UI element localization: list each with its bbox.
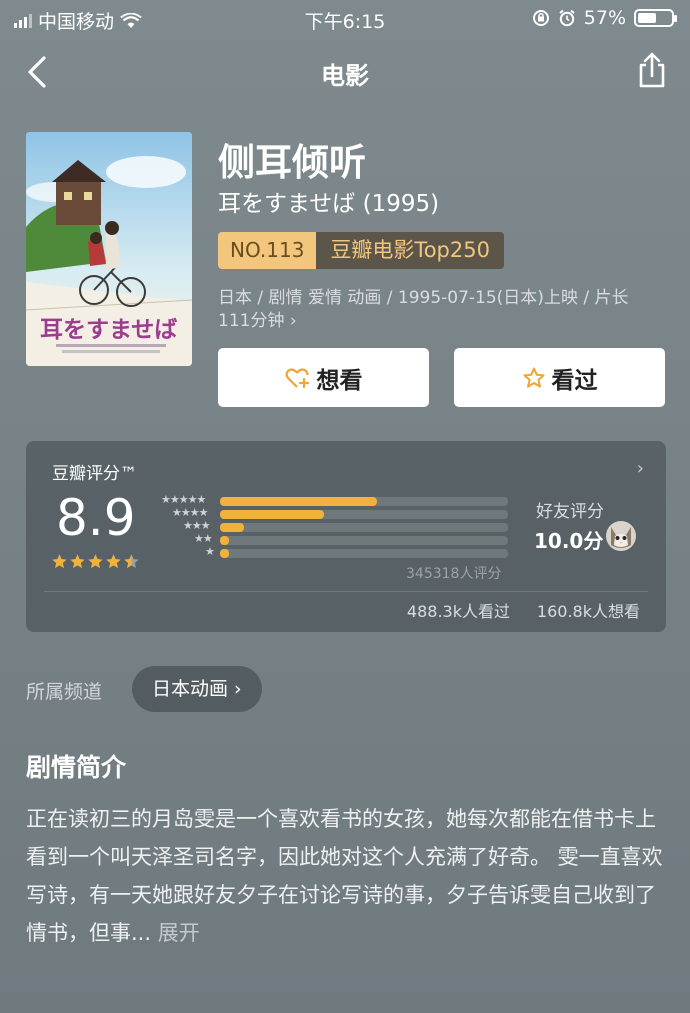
poster-title-text: 耳をすませば <box>40 316 177 342</box>
rating-bar-track <box>220 510 508 519</box>
rating-divider <box>44 591 648 592</box>
rating-bar-track <box>220 536 508 545</box>
movie-original-title: 耳をすませば (1995) <box>218 191 440 217</box>
watched-count[interactable]: 488.3k人看过 <box>407 598 510 622</box>
rating-stars <box>51 553 140 570</box>
top250-badge[interactable]: NO.113 豆瓣电影Top250 <box>218 232 504 269</box>
rank-number: NO.113 <box>218 232 317 269</box>
rating-bar-fill <box>220 536 229 545</box>
friend-avatar[interactable] <box>606 521 636 551</box>
friends-rating-label: 好友评分 <box>536 502 604 522</box>
expand-button[interactable]: 展开 <box>158 921 200 945</box>
synopsis-title: 剧情简介 <box>26 753 127 782</box>
synopsis-body: 正在读初三的月岛雯是一个喜欢看书的女孩，她每次都能在借书卡上看到一个叫天泽圣司名… <box>26 807 663 945</box>
rating-card[interactable]: 豆瓣评分™ › 8.9 ★★★★★ ★★★★ ★★★ ★★ ★ 345318人评分 好友… <box>26 441 666 632</box>
rating-bar-label: ★★★★★ <box>161 493 206 506</box>
rating-star-icon <box>106 554 121 569</box>
channel-chip[interactable]: 日本动画 › <box>132 666 262 712</box>
rotation-lock-icon <box>532 10 549 26</box>
rating-count: 345318人评分 <box>406 566 502 582</box>
alarm-icon <box>559 9 575 27</box>
rating-label: 豆瓣评分™ <box>52 464 137 484</box>
want-label: 想看 <box>316 367 363 394</box>
rating-bar-fill <box>220 510 324 519</box>
star-outline-icon <box>523 367 544 388</box>
rank-list-name: 豆瓣电影Top250 <box>316 232 504 269</box>
rating-bar-label: ★★★ <box>183 519 211 532</box>
rating-star-icon <box>88 554 103 569</box>
rating-bar-track <box>220 523 508 532</box>
heart-plus-icon <box>285 367 309 388</box>
rating-score: 8.9 <box>56 489 136 547</box>
friends-rating-value: 10.0分 <box>534 529 604 553</box>
seen-label: 看过 <box>551 367 598 394</box>
chevron-right-icon: › <box>636 458 644 479</box>
rating-star-icon <box>52 554 67 569</box>
rating-bar-track <box>220 497 508 506</box>
page-title: 电影 <box>321 62 369 90</box>
meta-line-2: 111分钟 › <box>218 311 297 331</box>
status-bar: 中国移动 下午6:15 57% <box>0 0 690 36</box>
channel-label: 所属频道 <box>26 681 103 703</box>
meta-line-1: 日本 / 剧情 爱情 动画 / 1995-07-15(日本)上映 / 片长 <box>218 288 629 308</box>
rating-bar-row: ★★★★★ <box>154 493 514 508</box>
rating-star-icon <box>70 554 85 569</box>
want-to-watch-button[interactable]: 想看 <box>218 348 429 407</box>
battery-percent: 57% <box>583 7 626 29</box>
movie-meta[interactable]: 日本 / 剧情 爱情 动画 / 1995-07-15(日本)上映 / 片长 11… <box>218 287 666 333</box>
share-icon[interactable] <box>636 50 668 90</box>
rating-star-icon <box>124 554 139 569</box>
rating-bar-row: ★ <box>154 545 514 560</box>
synopsis-text[interactable]: 正在读初三的月岛雯是一个喜欢看书的女孩，她每次都能在借书卡上看到一个叫天泽圣司名… <box>26 800 666 952</box>
rating-bar-label: ★★ <box>194 532 213 545</box>
poster-image: 耳をすませば <box>26 132 192 366</box>
status-right: 57% <box>532 7 677 29</box>
battery-icon <box>634 9 677 27</box>
rating-bar-label: ★★★★ <box>172 506 208 519</box>
rating-bar-label: ★ <box>205 545 215 558</box>
movie-poster[interactable]: 耳をすませば <box>26 132 192 366</box>
wanted-count[interactable]: 160.8k人想看 <box>537 598 640 622</box>
rating-bar-track <box>220 549 508 558</box>
rating-bar-fill <box>220 497 377 506</box>
rating-bar-fill <box>220 549 229 558</box>
movie-title: 侧耳倾听 <box>218 141 366 184</box>
watched-button[interactable]: 看过 <box>454 348 665 407</box>
navigation-bar: 电影 <box>0 44 690 100</box>
rating-bar-fill <box>220 523 245 532</box>
